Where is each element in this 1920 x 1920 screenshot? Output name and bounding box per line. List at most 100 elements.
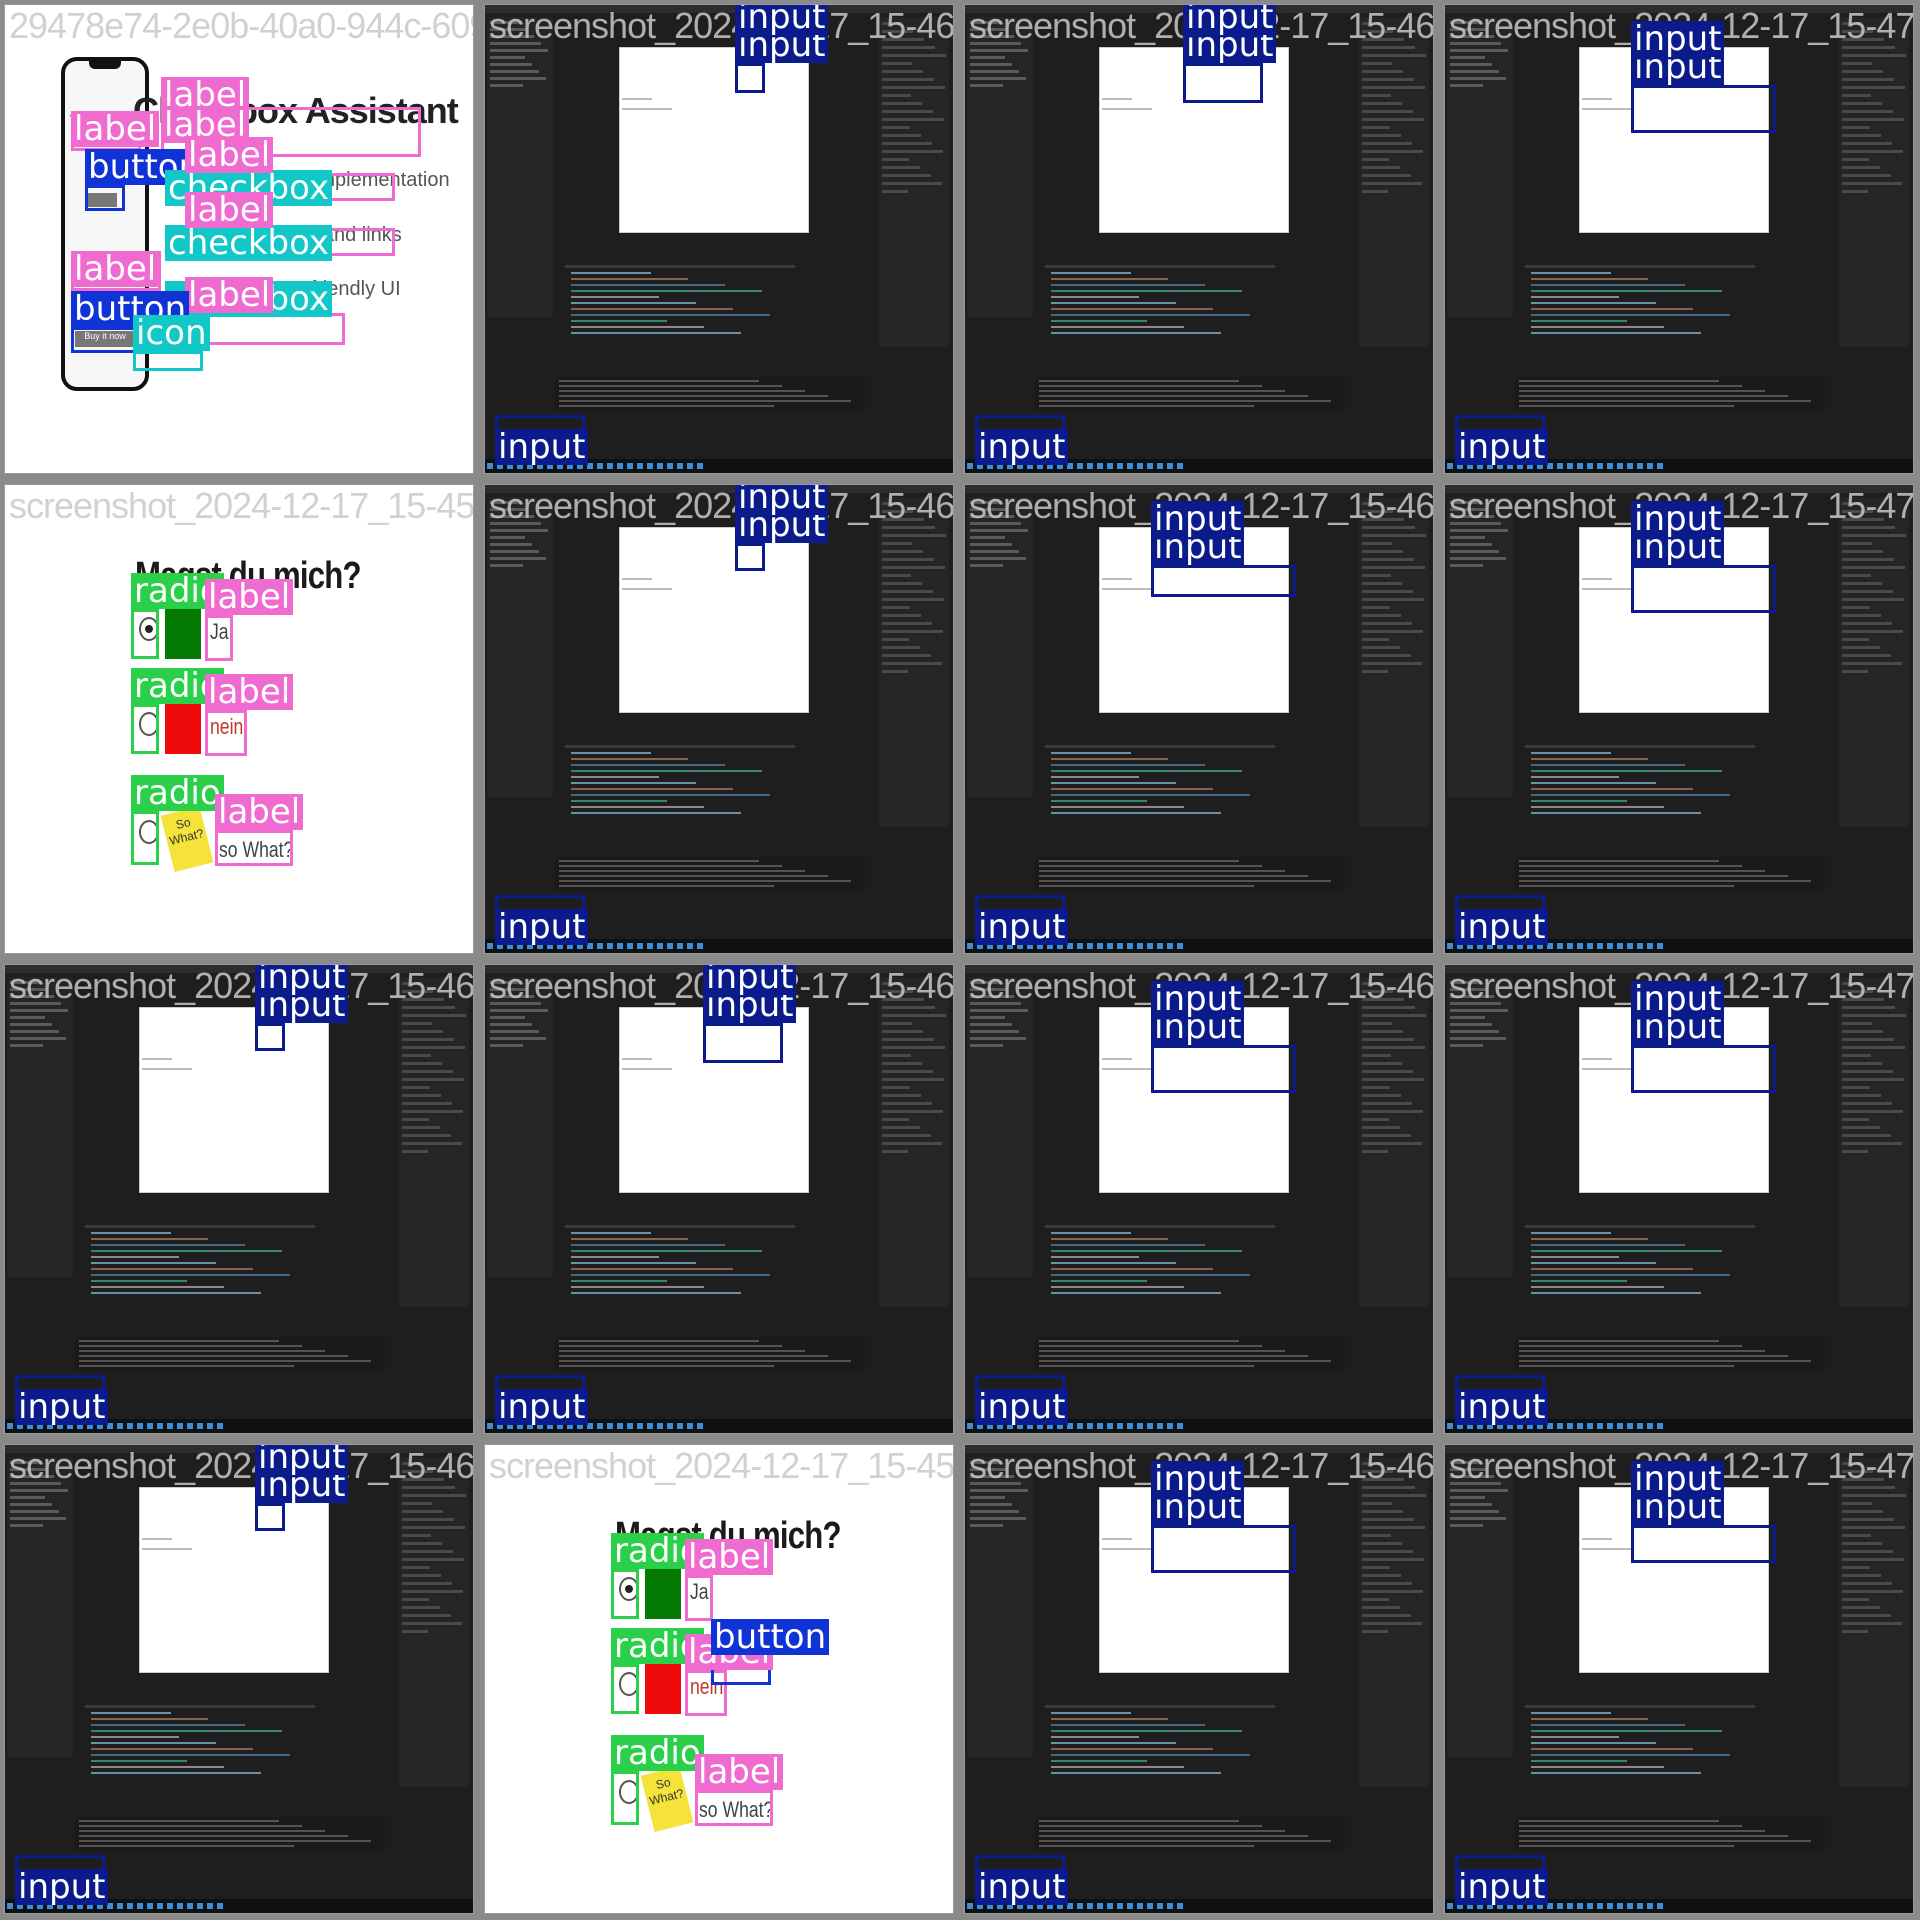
taskbar-app-icon[interactable] — [7, 1903, 13, 1909]
taskbar-app-icon[interactable] — [1107, 943, 1113, 949]
taskbar-app-icon[interactable] — [1157, 463, 1163, 469]
taskbar-app-icon[interactable] — [1137, 1903, 1143, 1909]
taskbar-app-icon[interactable] — [1587, 943, 1593, 949]
taskbar-app-icon[interactable] — [607, 463, 613, 469]
taskbar-app-icon[interactable] — [1607, 1423, 1613, 1429]
taskbar-app-icon[interactable] — [967, 1423, 973, 1429]
taskbar-app-icon[interactable] — [7, 1423, 13, 1429]
taskbar-app-icon[interactable] — [1637, 943, 1643, 949]
taskbar-app-icon[interactable] — [667, 1423, 673, 1429]
taskbar-app-icon[interactable] — [1567, 1903, 1573, 1909]
taskbar-app-icon[interactable] — [1617, 943, 1623, 949]
taskbar-app-icon[interactable] — [617, 463, 623, 469]
taskbar-app-icon[interactable] — [1637, 1903, 1643, 1909]
taskbar-app-icon[interactable] — [637, 1423, 643, 1429]
taskbar-app-icon[interactable] — [687, 463, 693, 469]
taskbar-app-icon[interactable] — [1077, 943, 1083, 949]
taskbar-app-icon[interactable] — [1557, 943, 1563, 949]
taskbar-app-icon[interactable] — [1567, 463, 1573, 469]
taskbar-app-icon[interactable] — [1097, 463, 1103, 469]
taskbar-app-icon[interactable] — [1577, 1903, 1583, 1909]
taskbar-app-icon[interactable] — [1567, 1423, 1573, 1429]
taskbar-app-icon[interactable] — [1137, 463, 1143, 469]
taskbar-app-icon[interactable] — [1627, 463, 1633, 469]
taskbar-app-icon[interactable] — [1147, 1903, 1153, 1909]
taskbar-app-icon[interactable] — [1447, 943, 1453, 949]
taskbar-app-icon[interactable] — [1147, 463, 1153, 469]
taskbar-app-icon[interactable] — [1097, 1423, 1103, 1429]
taskbar-app-icon[interactable] — [1127, 1423, 1133, 1429]
taskbar-app-icon[interactable] — [1577, 943, 1583, 949]
taskbar-app-icon[interactable] — [1177, 943, 1183, 949]
taskbar-app-icon[interactable] — [1647, 943, 1653, 949]
taskbar-app-icon[interactable] — [1447, 1903, 1453, 1909]
taskbar-app-icon[interactable] — [697, 1423, 703, 1429]
taskbar-app-icon[interactable] — [647, 943, 653, 949]
taskbar-app-icon[interactable] — [667, 463, 673, 469]
taskbar-app-icon[interactable] — [1087, 1423, 1093, 1429]
taskbar-app-icon[interactable] — [1627, 943, 1633, 949]
taskbar-app-icon[interactable] — [1087, 463, 1093, 469]
taskbar-app-icon[interactable] — [647, 463, 653, 469]
taskbar-app-icon[interactable] — [597, 943, 603, 949]
taskbar-app-icon[interactable] — [597, 463, 603, 469]
taskbar-app-icon[interactable] — [1107, 1423, 1113, 1429]
taskbar-app-icon[interactable] — [217, 1903, 223, 1909]
taskbar-app-icon[interactable] — [127, 1903, 133, 1909]
taskbar-app-icon[interactable] — [207, 1903, 213, 1909]
taskbar-app-icon[interactable] — [1167, 943, 1173, 949]
taskbar-app-icon[interactable] — [1177, 463, 1183, 469]
taskbar-app-icon[interactable] — [667, 943, 673, 949]
taskbar-app-icon[interactable] — [1137, 943, 1143, 949]
taskbar-app-icon[interactable] — [147, 1423, 153, 1429]
taskbar-app-icon[interactable] — [1167, 1423, 1173, 1429]
taskbar-app-icon[interactable] — [1157, 943, 1163, 949]
taskbar-app-icon[interactable] — [677, 463, 683, 469]
taskbar-app-icon[interactable] — [177, 1423, 183, 1429]
taskbar-app-icon[interactable] — [1087, 1903, 1093, 1909]
taskbar-app-icon[interactable] — [1107, 1903, 1113, 1909]
taskbar-app-icon[interactable] — [197, 1423, 203, 1429]
taskbar-app-icon[interactable] — [1117, 463, 1123, 469]
taskbar-app-icon[interactable] — [1077, 1903, 1083, 1909]
taskbar-app-icon[interactable] — [1447, 463, 1453, 469]
taskbar-app-icon[interactable] — [1557, 1903, 1563, 1909]
taskbar-app-icon[interactable] — [1447, 1423, 1453, 1429]
taskbar-app-icon[interactable] — [1577, 463, 1583, 469]
taskbar-app-icon[interactable] — [167, 1903, 173, 1909]
taskbar-app-icon[interactable] — [1107, 463, 1113, 469]
taskbar-app-icon[interactable] — [1587, 1423, 1593, 1429]
taskbar-app-icon[interactable] — [1587, 1903, 1593, 1909]
taskbar-app-icon[interactable] — [607, 1423, 613, 1429]
taskbar-app-icon[interactable] — [177, 1903, 183, 1909]
taskbar-app-icon[interactable] — [677, 943, 683, 949]
taskbar-app-icon[interactable] — [657, 943, 663, 949]
taskbar-app-icon[interactable] — [967, 463, 973, 469]
taskbar-app-icon[interactable] — [1147, 1423, 1153, 1429]
taskbar-app-icon[interactable] — [627, 943, 633, 949]
taskbar-app-icon[interactable] — [1147, 943, 1153, 949]
taskbar-app-icon[interactable] — [1177, 1423, 1183, 1429]
taskbar-app-icon[interactable] — [1077, 1423, 1083, 1429]
taskbar-app-icon[interactable] — [207, 1423, 213, 1429]
taskbar-app-icon[interactable] — [687, 1423, 693, 1429]
taskbar-app-icon[interactable] — [187, 1903, 193, 1909]
taskbar-app-icon[interactable] — [1117, 943, 1123, 949]
taskbar-app-icon[interactable] — [217, 1423, 223, 1429]
taskbar-app-icon[interactable] — [697, 463, 703, 469]
taskbar-app-icon[interactable] — [487, 943, 493, 949]
taskbar-app-icon[interactable] — [1177, 1903, 1183, 1909]
taskbar-app-icon[interactable] — [697, 943, 703, 949]
taskbar-app-icon[interactable] — [1577, 1423, 1583, 1429]
taskbar-app-icon[interactable] — [1117, 1423, 1123, 1429]
taskbar-app-icon[interactable] — [1597, 463, 1603, 469]
taskbar-app-icon[interactable] — [1167, 463, 1173, 469]
taskbar-app-icon[interactable] — [657, 1423, 663, 1429]
taskbar-app-icon[interactable] — [677, 1423, 683, 1429]
taskbar-app-icon[interactable] — [117, 1903, 123, 1909]
taskbar-app-icon[interactable] — [617, 1423, 623, 1429]
taskbar-app-icon[interactable] — [1597, 943, 1603, 949]
taskbar-app-icon[interactable] — [1097, 1903, 1103, 1909]
taskbar-app-icon[interactable] — [637, 943, 643, 949]
taskbar-app-icon[interactable] — [1117, 1903, 1123, 1909]
